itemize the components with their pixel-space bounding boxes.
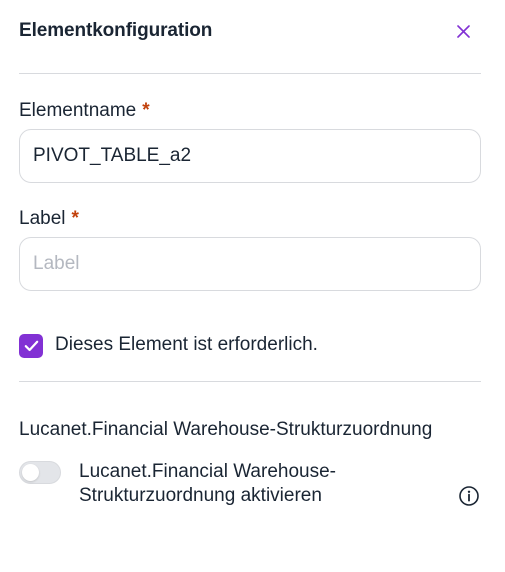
mapping-toggle[interactable]	[19, 461, 61, 484]
info-icon[interactable]	[458, 485, 480, 507]
element-name-input[interactable]	[19, 129, 481, 183]
panel-title: Elementkonfiguration	[19, 20, 213, 41]
element-name-label-text: Elementname	[19, 100, 137, 121]
checkmark-icon	[24, 340, 38, 352]
required-marker: *	[71, 208, 79, 229]
element-name-label: Elementname *	[19, 100, 150, 122]
label-field-label: Label *	[19, 208, 79, 230]
element-configuration-panel: Elementkonfiguration Elementname* Label*…	[0, 0, 505, 572]
section-divider	[19, 381, 481, 382]
required-marker: *	[142, 100, 150, 121]
close-icon	[456, 24, 470, 38]
mapping-section-title: Lucanet.Financial Warehouse-Strukturzuor…	[19, 419, 433, 440]
mapping-toggle-label: Lucanet.Financial Warehouse-Strukturzuor…	[79, 461, 336, 506]
required-checkbox-label: Dieses Element ist erforderlich.	[55, 334, 318, 355]
close-button[interactable]	[452, 20, 474, 42]
required-checkbox[interactable]	[19, 334, 43, 358]
label-input[interactable]	[19, 237, 481, 291]
toggle-knob	[22, 464, 39, 481]
label-field-label-text: Label	[19, 208, 66, 229]
header-divider	[19, 73, 481, 74]
